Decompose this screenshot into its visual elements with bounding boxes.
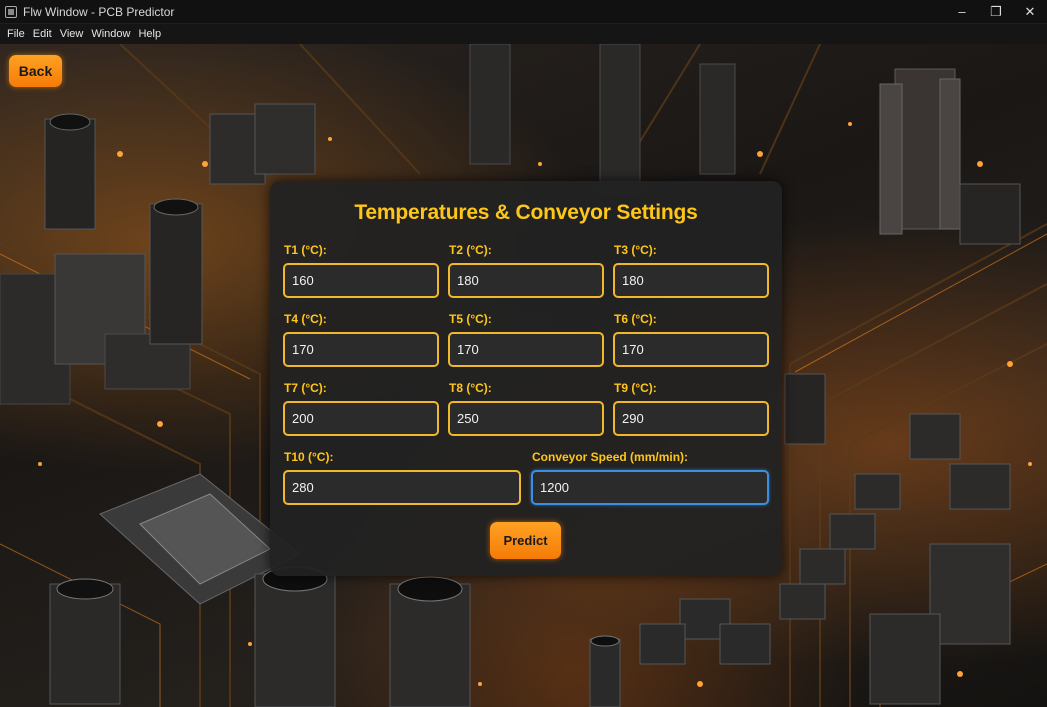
- t10-input[interactable]: [283, 470, 521, 505]
- t4-label: T4 (°C):: [284, 312, 327, 326]
- close-button[interactable]: ✕: [1013, 0, 1047, 23]
- t5-label: T5 (°C):: [449, 312, 492, 326]
- predict-button[interactable]: Predict: [490, 522, 561, 559]
- t7-input[interactable]: [283, 401, 439, 436]
- app-icon: [5, 5, 17, 18]
- conveyor-speed-label: Conveyor Speed (mm/min):: [532, 450, 689, 464]
- t1-label: T1 (°C):: [284, 243, 327, 257]
- window-controls: – ❐ ✕: [945, 0, 1047, 23]
- t10-label: T10 (°C):: [284, 450, 334, 464]
- panel-title: Temperatures & Conveyor Settings: [354, 201, 698, 224]
- conveyor-speed-input[interactable]: [531, 470, 769, 505]
- menu-help[interactable]: Help: [134, 28, 165, 40]
- t7-label: T7 (°C):: [284, 381, 327, 395]
- t9-input[interactable]: [613, 401, 769, 436]
- t8-input[interactable]: [448, 401, 604, 436]
- menu-view[interactable]: View: [56, 28, 88, 40]
- t6-label: T6 (°C):: [614, 312, 657, 326]
- t1-input[interactable]: [283, 263, 439, 298]
- t5-input[interactable]: [448, 332, 604, 367]
- menu-bar: File Edit View Window Help: [0, 24, 1047, 44]
- t9-label: T9 (°C):: [614, 381, 657, 395]
- menu-window[interactable]: Window: [87, 28, 134, 40]
- menu-file[interactable]: File: [3, 28, 29, 40]
- t2-label: T2 (°C):: [449, 243, 492, 257]
- back-button[interactable]: Back: [9, 55, 62, 87]
- t3-label: T3 (°C):: [614, 243, 657, 257]
- minimize-button[interactable]: –: [945, 0, 979, 23]
- title-bar: Flw Window - PCB Predictor – ❐ ✕: [0, 0, 1047, 24]
- t2-input[interactable]: [448, 263, 604, 298]
- settings-panel: Temperatures & Conveyor Settings T1 (°C)…: [270, 181, 782, 576]
- t8-label: T8 (°C):: [449, 381, 492, 395]
- t4-input[interactable]: [283, 332, 439, 367]
- menu-edit[interactable]: Edit: [29, 28, 56, 40]
- t3-input[interactable]: [613, 263, 769, 298]
- maximize-button[interactable]: ❐: [979, 0, 1013, 23]
- window-title: Flw Window - PCB Predictor: [23, 4, 175, 19]
- t6-input[interactable]: [613, 332, 769, 367]
